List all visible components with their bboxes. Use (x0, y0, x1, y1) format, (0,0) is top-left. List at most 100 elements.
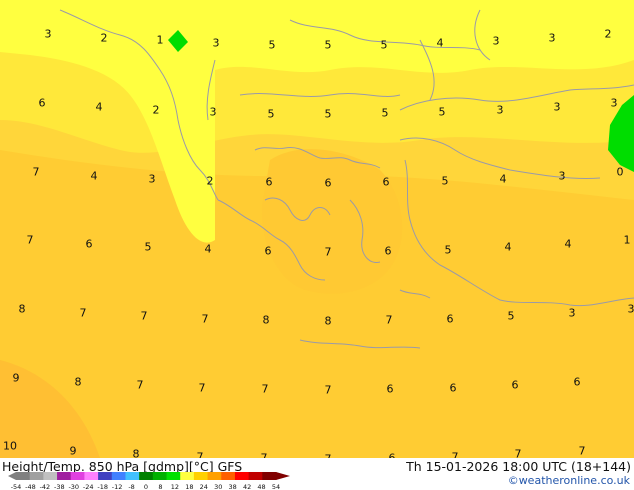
weather-map: 3 2 1 3 5 5 5 4 3 3 2 6 4 2 3 5 5 5 5 3 3 3 7 4 3 2 6 6 6 5 4 3 0 7 6 5 4 6 7 6… (0, 0, 634, 458)
scale-swatch (221, 472, 236, 480)
height-value-label: 7 (26, 233, 34, 247)
scale-tick-label: 30 (214, 483, 222, 490)
height-value-label: 9 (12, 371, 20, 385)
height-value-label: 8 (262, 313, 270, 327)
scale-tick-label: -42 (40, 483, 51, 490)
scale-swatch (57, 472, 72, 480)
height-value-label: 6 (85, 237, 93, 251)
height-value-label: 5 (324, 38, 332, 52)
height-value-label: 5 (380, 38, 388, 52)
height-value-label: 6 (511, 378, 519, 392)
height-value-label: 3 (558, 169, 566, 183)
height-value-label: 7 (324, 383, 332, 397)
scale-swatch (207, 472, 222, 480)
scale-tick-label: 54 (272, 483, 280, 490)
map-footer: Height/Temp. 850 hPa [gdmp][°C] GFS Th 1… (0, 458, 634, 490)
scale-tick-label: 18 (185, 483, 193, 490)
height-value-label: 6 (38, 96, 46, 110)
height-value-label: 3 (148, 172, 156, 186)
height-value-label: 7 (140, 309, 148, 323)
scale-left-arrow (8, 472, 16, 480)
scale-tick-label: 48 (257, 483, 265, 490)
height-value-label: 7 (198, 381, 206, 395)
height-value-label: 2 (206, 174, 214, 188)
scale-swatch (234, 472, 250, 480)
scale-swatch (111, 472, 126, 480)
height-value-label: 7 (514, 447, 522, 459)
scale-tick-label: -24 (83, 483, 94, 490)
scale-swatch (139, 472, 154, 480)
scale-right-arrow (276, 472, 290, 480)
source-credit-link[interactable]: ©weatheronline.co.uk (508, 474, 630, 487)
height-value-label: 2 (604, 27, 612, 41)
height-value-label: 3 (568, 306, 576, 320)
map-canvas (0, 0, 634, 458)
scale-swatch (193, 472, 209, 480)
height-value-label: 3 (496, 103, 504, 117)
height-value-label: 4 (436, 36, 444, 50)
scale-tick-label: 12 (171, 483, 179, 490)
scale-swatch (125, 472, 140, 480)
height-value-label: 8 (74, 375, 82, 389)
height-value-label: 8 (324, 314, 332, 328)
scale-tick-label: 38 (229, 483, 237, 490)
height-value-label: 3 (610, 96, 618, 110)
height-value-label: 7 (261, 382, 269, 396)
height-value-label: 4 (95, 100, 103, 114)
scale-tick-label: -38 (54, 483, 65, 490)
height-value-label: 7 (201, 312, 209, 326)
scale-tick-label: 8 (158, 483, 162, 490)
scale-swatch (16, 472, 31, 480)
height-value-label: 6 (446, 312, 454, 326)
height-value-label: 10 (3, 439, 17, 453)
height-value-label: 6 (384, 244, 392, 258)
scale-swatch (166, 472, 181, 480)
height-value-label: 5 (444, 243, 452, 257)
height-value-label: 5 (507, 309, 515, 323)
height-value-label: 3 (44, 27, 52, 41)
height-value-label: 8 (18, 302, 26, 316)
height-value-label: 3 (553, 100, 561, 114)
height-value-label: 3 (627, 302, 634, 316)
scale-swatch (180, 472, 195, 480)
height-value-label: 6 (449, 381, 457, 395)
height-value-label: 7 (79, 306, 87, 320)
scale-swatch (262, 472, 277, 480)
height-value-label: 6 (324, 176, 332, 190)
height-value-label: 0 (616, 165, 624, 179)
height-value-label: 6 (265, 175, 273, 189)
height-value-label: 3 (212, 36, 220, 50)
height-value-label: 2 (152, 103, 160, 117)
height-value-label: 6 (382, 175, 390, 189)
scale-swatch (70, 472, 85, 480)
height-value-label: 7 (578, 444, 586, 458)
height-value-label: 6 (386, 382, 394, 396)
height-value-label: 4 (504, 240, 512, 254)
height-value-label: 4 (204, 242, 212, 256)
height-value-label: 7 (32, 165, 40, 179)
height-value-label: 5 (438, 105, 446, 119)
height-value-label: 4 (564, 237, 572, 251)
scale-swatch (98, 472, 113, 480)
height-value-label: 8 (132, 447, 140, 459)
scale-swatch (43, 472, 58, 480)
height-value-label: 3 (492, 34, 500, 48)
height-value-label: 5 (441, 174, 449, 188)
height-value-label: 5 (144, 240, 152, 254)
height-value-label: 3 (209, 105, 217, 119)
height-value-label: 3 (548, 31, 556, 45)
scale-tick-label: -8 (128, 483, 134, 490)
scale-tick-label: 42 (243, 483, 251, 490)
height-value-label: 6 (264, 244, 272, 258)
scale-tick-label: -12 (112, 483, 123, 490)
height-value-label: 7 (136, 378, 144, 392)
scale-tick-label: -18 (97, 483, 108, 490)
scale-tick-label: 0 (144, 483, 148, 490)
height-value-label: 5 (324, 107, 332, 121)
scale-tick-label: -30 (68, 483, 79, 490)
valid-datetime: Th 15-01-2026 18:00 UTC (18+144) (406, 459, 631, 474)
scale-tick-label: -54 (11, 483, 22, 490)
height-value-label: 5 (381, 106, 389, 120)
scale-swatch (248, 472, 263, 480)
height-value-label: 9 (69, 444, 77, 458)
